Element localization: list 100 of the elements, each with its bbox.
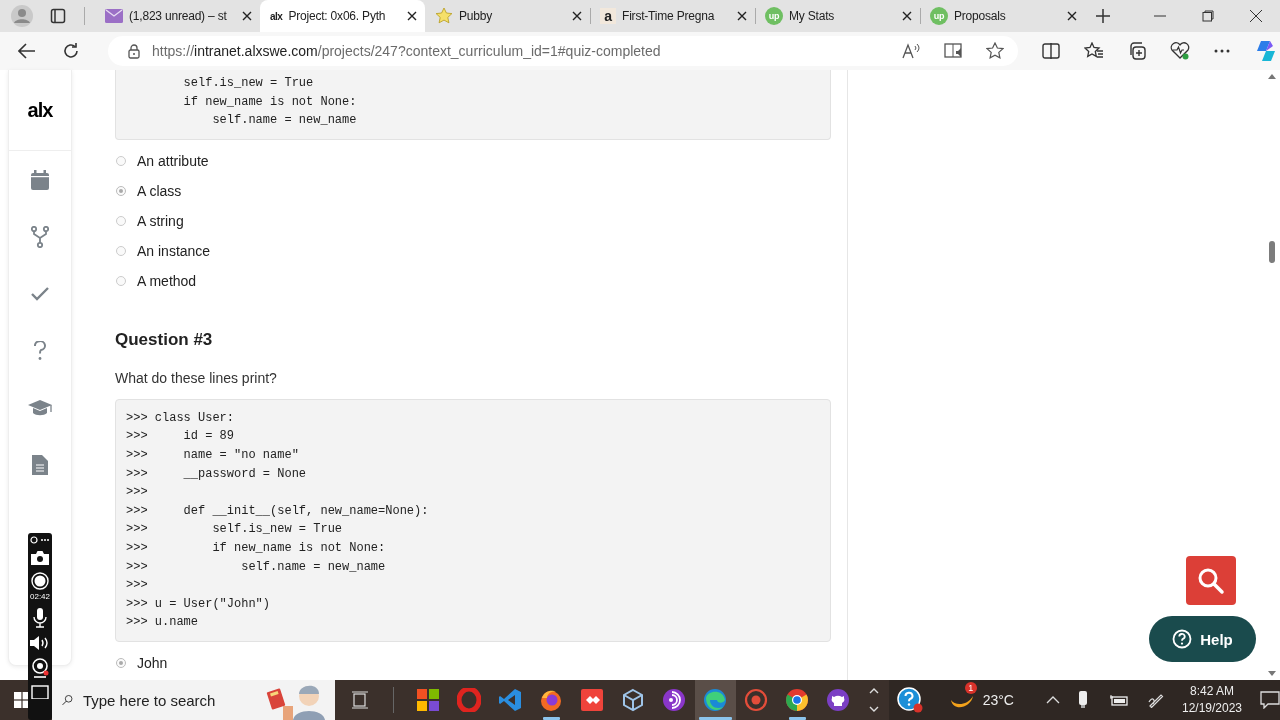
temperature[interactable]: 23°C [982,692,1014,708]
more-icon[interactable] [30,536,50,544]
search-field[interactable]: Type here to search [82,691,253,709]
wave-browser-icon [703,688,728,712]
speaker-icon[interactable] [30,635,50,651]
back-icon[interactable] [18,43,36,59]
code-line: >>> def __init__(self, new_name=None): [126,502,430,520]
more-icon[interactable] [1214,49,1230,53]
help-button[interactable]: Help [1149,616,1256,662]
code-line: >>> name = "no name" [126,446,300,464]
branch-icon[interactable] [31,225,49,248]
code-editor-icon [498,688,523,712]
favicon: a [600,8,616,24]
option-label: John [137,654,168,671]
radio-button[interactable] [116,657,126,668]
remote-desktop-icon [580,688,605,712]
document-icon[interactable] [32,454,48,475]
url-text: https://intranet.alxswe.com/projects/247?context_curriculum_id=1#quiz-completed [152,43,661,59]
option-label: A method [137,272,197,289]
split-screen-icon[interactable] [1042,43,1060,59]
tray-scroll-icon[interactable] [868,687,879,713]
code-line: >>> if new_name is not None: [126,539,387,557]
profile-icon[interactable] [10,4,34,28]
pen-icon[interactable] [1147,692,1164,708]
close-icon[interactable] [572,11,582,21]
favorite-star-icon[interactable] [986,42,1004,60]
copilot-icon[interactable] [1254,39,1278,63]
address-bar[interactable]: https://intranet.alxswe.com/projects/247?context_curriculum_id=1#quiz-completed [108,36,1018,66]
browser-tab[interactable]: Pubby [425,0,590,32]
check-icon[interactable] [31,286,49,301]
close-icon[interactable] [902,11,912,21]
record-icon [744,688,769,712]
code-line: self.name = new_name [211,112,358,130]
favicon: up [765,7,783,25]
battery-icon[interactable] [1109,694,1128,706]
option-label: A class [137,182,182,199]
phone-icon[interactable] [1077,691,1088,709]
chevron-up-icon[interactable] [1045,696,1060,704]
close-icon[interactable] [242,11,252,21]
taskbar-button[interactable] [694,680,736,720]
notification-badge: 1 [964,682,977,694]
fox-globe-icon [539,688,564,712]
code-line: >>> class User: [126,409,236,427]
reader-icon[interactable] [944,43,964,59]
clock-date[interactable]: 12/19/2023 [1181,700,1243,717]
collections-icon[interactable] [1128,42,1146,60]
browser-tab[interactable]: up Proposals [920,0,1085,32]
browser-tab[interactable]: (1,823 unread) – st [95,0,260,32]
radio-button[interactable] [116,155,126,166]
option-label: An instance [137,242,211,259]
favorites-icon[interactable] [1084,42,1104,60]
scroll-down-icon[interactable] [1268,671,1276,676]
envelope-icon [105,9,123,23]
new-tab-icon[interactable] [1095,8,1111,24]
close-icon[interactable] [737,11,747,21]
radio-button[interactable] [116,245,126,256]
question-title: Question #3 [115,329,214,350]
notifications-icon[interactable] [1260,691,1280,709]
option-label: A string [137,212,184,229]
favicon: up [930,7,948,25]
code-line: >>> id = 89 [126,428,236,446]
clock-time[interactable]: 8:42 AM [1190,683,1234,700]
code-line: >>> __password = None [126,465,308,483]
read-aloud-icon[interactable] [902,43,922,59]
lock-icon [128,43,140,59]
scroll-up-icon[interactable] [1268,74,1276,79]
recording-timer: 02:42 [30,592,50,601]
code-line: self.is_new = True [182,75,315,92]
microphone-icon[interactable] [33,608,47,628]
task-view-icon[interactable] [350,691,369,709]
browser-tab[interactable]: up My Stats [755,0,920,32]
graduation-cap-icon[interactable] [27,398,53,417]
close-icon[interactable] [1250,10,1262,22]
browser-tab[interactable]: alx Project: 0x06. Pyth [260,0,425,32]
window-icon[interactable] [31,685,49,699]
scrollbar-thumb[interactable] [1269,241,1275,263]
close-icon[interactable] [1067,11,1077,21]
search-button[interactable] [1186,556,1236,605]
help-icon [1172,629,1193,649]
webcam-icon[interactable] [31,658,49,678]
record-icon[interactable] [31,572,49,590]
code-line: if new_name is not None: [182,93,358,111]
tab-actions-icon[interactable] [50,8,66,24]
radio-button[interactable] [116,185,126,196]
refresh-icon[interactable] [62,42,80,60]
help-icon[interactable] [896,687,923,713]
radio-button[interactable] [116,275,126,286]
code-line: >>> [126,577,149,595]
close-icon[interactable] [407,11,417,21]
camera-icon[interactable] [31,551,49,565]
cat-icon [826,688,851,712]
calendar-icon[interactable] [31,169,49,190]
ring-icon [457,688,482,712]
code-line: >>> [126,484,149,502]
browser-icon [785,688,810,712]
browser-tab[interactable]: a First-Time Pregna [590,0,755,32]
health-icon[interactable] [1170,42,1190,60]
alx-logo[interactable]: alx [9,70,71,151]
radio-button[interactable] [116,215,126,226]
maximize-icon[interactable] [1202,10,1214,22]
